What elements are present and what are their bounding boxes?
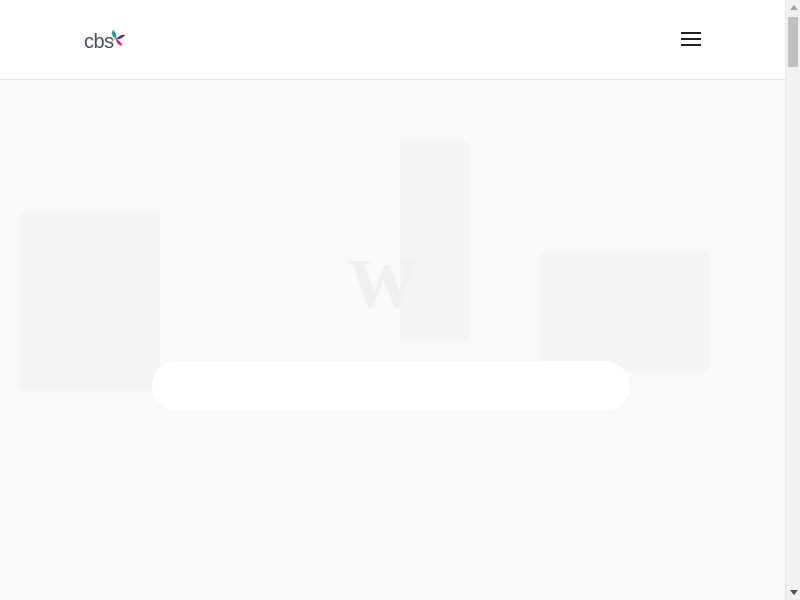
hero-cta-link[interactable] (356, 439, 432, 457)
background-figure-left (20, 211, 160, 391)
leaf-mark-icon (111, 30, 125, 46)
scrollbar-thumb[interactable] (788, 17, 798, 67)
scroll-down-arrow-icon[interactable] (786, 585, 800, 600)
hero-watermark-logo: W (348, 246, 418, 323)
scroll-up-arrow-icon[interactable] (786, 0, 800, 15)
background-figure-right (540, 251, 710, 371)
site-header: cbs (0, 0, 785, 80)
hero-overlay: W (0, 81, 785, 600)
hero-search-bar[interactable] (152, 361, 630, 411)
page-viewport: cbs W (0, 0, 785, 600)
vertical-scrollbar[interactable] (785, 0, 800, 600)
hamburger-menu-icon[interactable] (678, 28, 704, 50)
cbs-logo[interactable]: cbs (84, 28, 128, 52)
